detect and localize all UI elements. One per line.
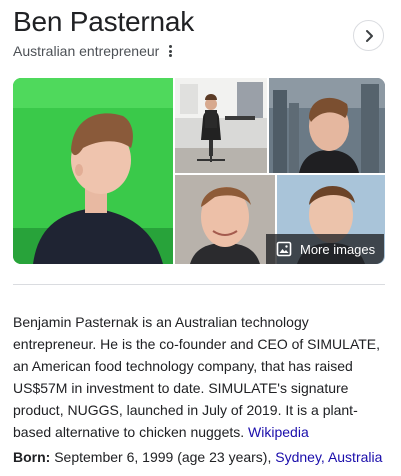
gallery-image-office[interactable] <box>175 78 267 173</box>
gallery-image-smile[interactable] <box>175 175 275 264</box>
more-images-label: More images <box>300 241 376 257</box>
more-options-icon[interactable] <box>165 44 175 58</box>
divider <box>13 284 385 285</box>
wikipedia-link[interactable]: Wikipedia <box>248 424 309 440</box>
gallery-image-city[interactable] <box>269 78 385 173</box>
entity-title: Ben Pasternak <box>13 6 195 37</box>
born-city-link[interactable]: Sydney <box>275 449 321 465</box>
gallery-image-main[interactable] <box>13 78 173 264</box>
description: Benjamin Pasternak is an Australian tech… <box>13 311 391 443</box>
born-label: Born: <box>13 449 51 465</box>
born-fact: Born: September 6, 1999 (age 23 years), … <box>13 449 382 465</box>
chevron-right-icon <box>365 29 373 42</box>
born-country-link[interactable]: Australia <box>328 449 382 465</box>
description-text: Benjamin Pasternak is an Australian tech… <box>13 314 381 440</box>
next-arrow-button[interactable] <box>353 20 384 51</box>
image-icon <box>276 241 292 257</box>
born-value: September 6, 1999 (age 23 years), <box>54 449 272 465</box>
more-images-button[interactable]: More images <box>266 234 384 264</box>
subtitle-row: Australian entrepreneur <box>13 43 175 59</box>
born-separator[interactable]: , <box>321 449 328 465</box>
entity-subtitle: Australian entrepreneur <box>13 43 160 59</box>
